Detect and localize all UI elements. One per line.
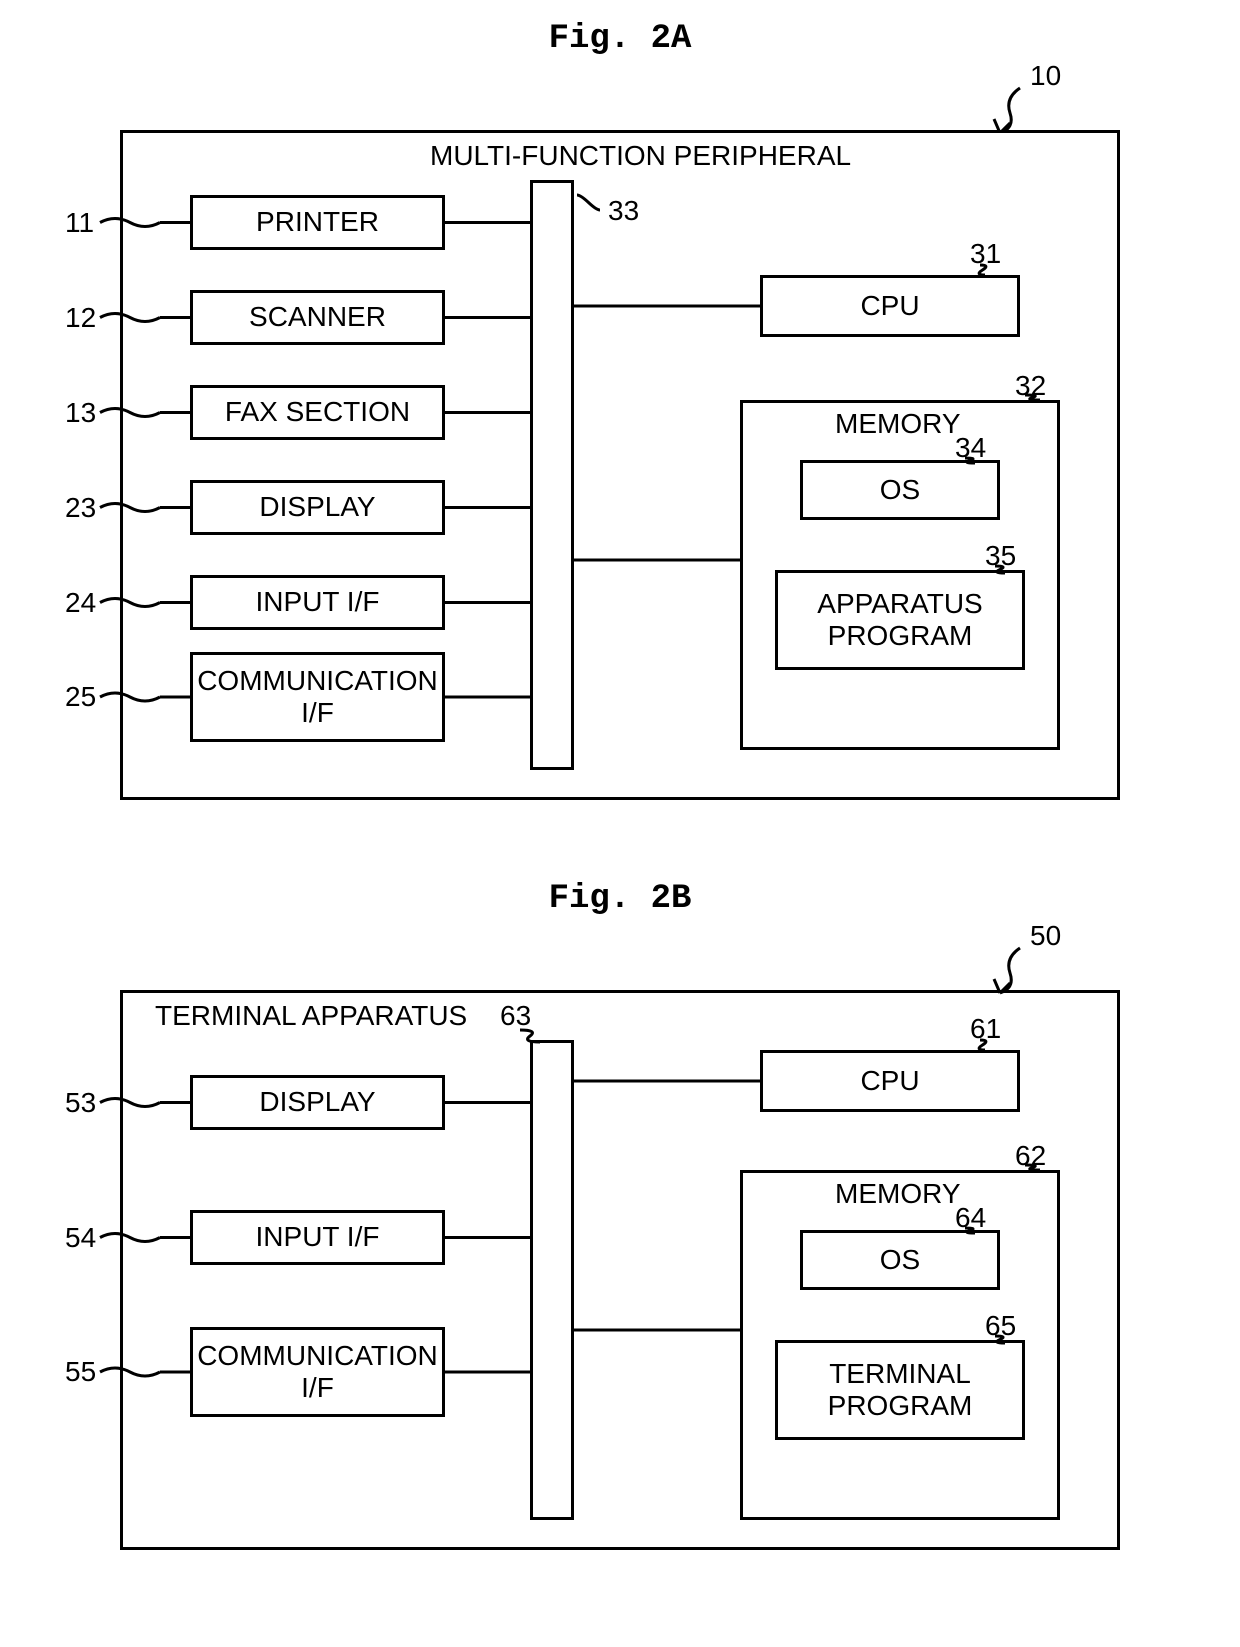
left-block-label: COMMUNICATION I/F [197,1340,438,1404]
left-block-ref: 55 [65,1356,96,1388]
figure-a-memory-label: MEMORY [835,408,961,440]
left-block: DISPLAY [190,480,445,535]
left-block: DISPLAY [190,1075,445,1130]
figure-a-outer-ref: 10 [1030,60,1061,92]
figure-b-outer-title: TERMINAL APPARATUS [155,1000,467,1032]
left-block-ref: 53 [65,1087,96,1119]
figure-b-os-ref: 64 [955,1202,986,1234]
figure-a-prog-ref: 35 [985,540,1016,572]
left-block: SCANNER [190,290,445,345]
figure-a-outer-title: MULTI-FUNCTION PERIPHERAL [430,140,851,172]
left-block: INPUT I/F [190,1210,445,1265]
figure-b-cpu-box: CPU [760,1050,1020,1112]
figure-b-bus [530,1040,574,1520]
figure-b-title: Fig. 2B [0,880,1240,918]
figure-a-os-ref: 34 [955,432,986,464]
figure-b-os-label: OS [880,1244,920,1276]
left-block-label: COMMUNICATION I/F [197,665,438,729]
figure-b-cpu-label: CPU [860,1065,919,1097]
figure-a-bus-ref: 33 [608,195,639,227]
figure-a-bus [530,180,574,770]
left-block-ref: 54 [65,1222,96,1254]
figure-a-cpu-box: CPU [760,275,1020,337]
figure-a-prog-box: APPARATUS PROGRAM [775,570,1025,670]
left-block-ref: 25 [65,681,96,713]
figure-b-os-box: OS [800,1230,1000,1290]
left-block-ref: 24 [65,587,96,619]
figure-b-prog-ref: 65 [985,1310,1016,1342]
left-block: INPUT I/F [190,575,445,630]
figure-b-memory-label: MEMORY [835,1178,961,1210]
left-block-label: DISPLAY [259,491,375,523]
figure-a-os-box: OS [800,460,1000,520]
left-block-label: INPUT I/F [256,586,380,618]
figure-a-prog-label: APPARATUS PROGRAM [817,588,982,652]
figure-b-cpu-ref: 61 [970,1013,1001,1045]
figure-a-cpu-ref: 31 [970,238,1001,270]
left-block-ref: 23 [65,492,96,524]
left-block-ref: 12 [65,302,96,334]
left-block: FAX SECTION [190,385,445,440]
left-block-label: FAX SECTION [225,396,410,428]
left-block-ref: 11 [65,207,94,239]
left-block-label: INPUT I/F [256,1221,380,1253]
figure-b-prog-box: TERMINAL PROGRAM [775,1340,1025,1440]
left-block-ref: 13 [65,397,96,429]
figure-a-os-label: OS [880,474,920,506]
figure-b-memory-ref: 62 [1015,1140,1046,1172]
left-block: PRINTER [190,195,445,250]
figure-a-title: Fig. 2A [0,20,1240,58]
figure-b-bus-ref: 63 [500,1000,531,1032]
figure-a-cpu-label: CPU [860,290,919,322]
left-block: COMMUNICATION I/F [190,652,445,742]
left-block-label: PRINTER [256,206,379,238]
figure-b-outer-ref: 50 [1030,920,1061,952]
figure-a-memory-ref: 32 [1015,370,1046,402]
left-block-label: DISPLAY [259,1086,375,1118]
figure-b-prog-label: TERMINAL PROGRAM [828,1358,973,1422]
left-block: COMMUNICATION I/F [190,1327,445,1417]
left-block-label: SCANNER [249,301,386,333]
